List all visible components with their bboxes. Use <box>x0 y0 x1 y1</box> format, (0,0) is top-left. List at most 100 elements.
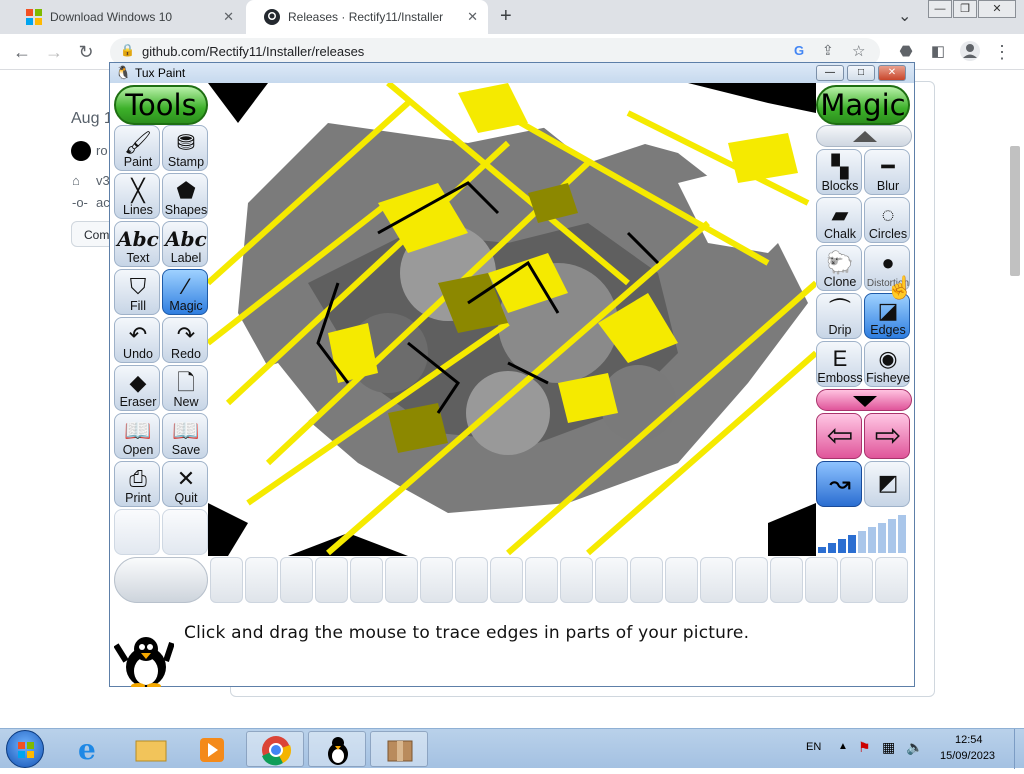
clock-date[interactable]: 15/09/2023 <box>940 750 995 762</box>
prev-page-button[interactable]: ⇦ <box>816 413 862 459</box>
magic-scroll-up-button[interactable] <box>816 125 912 147</box>
file-explorer-icon[interactable] <box>122 731 180 767</box>
new-tab-button[interactable]: + <box>500 5 512 28</box>
maximize-icon[interactable]: □ <box>847 65 875 81</box>
magic-blur[interactable]: ━ Blur <box>864 149 910 195</box>
color-swatch[interactable] <box>665 557 698 603</box>
tool-label: Stamp <box>167 155 205 169</box>
tool-undo[interactable]: ↶ Undo <box>114 317 160 363</box>
wand-fullscreen-icon: ◩ <box>877 470 899 495</box>
magic-blocks[interactable]: ▚ Blocks <box>816 149 862 195</box>
next-page-button[interactable]: ⇨ <box>864 413 910 459</box>
close-icon[interactable]: ✕ <box>978 0 1016 18</box>
tool-shapes[interactable]: ⬟ Shapes <box>162 173 208 219</box>
author-name[interactable]: ro <box>96 143 108 158</box>
color-swatch[interactable] <box>595 557 628 603</box>
reload-icon[interactable]: ↻ <box>74 40 98 64</box>
color-swatch[interactable] <box>770 557 803 603</box>
color-swatch[interactable] <box>350 557 383 603</box>
color-swatch[interactable] <box>280 557 313 603</box>
tool-open[interactable]: 📖 Open <box>114 413 160 459</box>
color-swatch[interactable] <box>700 557 733 603</box>
magic-drip[interactable]: ⏜ Drip <box>816 293 862 339</box>
tab-close-icon[interactable]: ✕ <box>467 9 478 25</box>
tuxpaint-titlebar[interactable]: 🐧 Tux Paint — □ ✕ <box>110 63 914 83</box>
magic-mode-paint-button[interactable]: ↝ <box>816 461 862 507</box>
back-arrow-icon[interactable]: ← <box>10 40 34 64</box>
tool-stamp[interactable]: ⛃ Stamp <box>162 125 208 171</box>
magic-emboss[interactable]: E Emboss <box>816 341 863 387</box>
start-button[interactable] <box>6 730 44 768</box>
color-swatch[interactable] <box>315 557 348 603</box>
color-swatch[interactable] <box>385 557 418 603</box>
internet-explorer-icon[interactable]: e <box>60 731 118 767</box>
tool-label[interactable]: Abc Label <box>162 221 208 267</box>
more-menu-icon[interactable]: ⋮ <box>990 40 1014 64</box>
magic-mode-fullscreen-button[interactable]: ◩ <box>864 461 910 507</box>
profile-avatar-icon[interactable] <box>958 40 982 64</box>
show-desktop-button[interactable] <box>1014 729 1024 769</box>
installer-taskbar-icon[interactable] <box>370 731 428 767</box>
avatar[interactable] <box>71 141 91 161</box>
restore-icon[interactable]: ❐ <box>953 0 977 18</box>
side-panel-icon[interactable]: ◧ <box>926 40 950 64</box>
magic-circles[interactable]: ◌ Circles <box>864 197 910 243</box>
tool-text[interactable]: Abc Text <box>114 221 160 267</box>
action-center-icon[interactable]: ⚑ <box>858 739 871 756</box>
color-swatch[interactable] <box>805 557 838 603</box>
tool-save[interactable]: 📖 Save <box>162 413 208 459</box>
language-indicator[interactable]: EN <box>806 741 821 753</box>
color-swatch[interactable] <box>630 557 663 603</box>
magic-fisheye[interactable]: ◉ Fisheye <box>864 341 910 387</box>
commit-hash[interactable]: ac <box>96 195 110 210</box>
minimize-icon[interactable]: — <box>928 0 952 18</box>
tool-quit[interactable]: ✕ Quit <box>162 461 208 507</box>
magic-scroll-down-button[interactable] <box>816 389 912 411</box>
tab-search-chevron-icon[interactable]: ⌄ <box>898 6 911 26</box>
tool-new[interactable]: 🗋 New <box>162 365 208 411</box>
clock-time[interactable]: 12:54 <box>955 734 983 746</box>
media-player-icon[interactable] <box>184 731 242 767</box>
forward-arrow-icon[interactable]: → <box>42 40 66 64</box>
color-swatch[interactable] <box>420 557 453 603</box>
minimize-icon[interactable]: — <box>816 65 844 81</box>
tool-eraser[interactable]: ◆ Eraser <box>114 365 160 411</box>
stamp-icon: ⛃ <box>176 130 196 155</box>
google-lens-icon[interactable]: G <box>794 43 804 58</box>
magic-clone[interactable]: 🐑 Clone <box>816 245 862 291</box>
color-swatch[interactable] <box>490 557 523 603</box>
color-swatch[interactable] <box>735 557 768 603</box>
tool-print[interactable]: ⎙ Print <box>114 461 160 507</box>
show-hidden-icons-icon[interactable]: ▲ <box>838 741 848 752</box>
magic-chalk[interactable]: ▰ Chalk <box>816 197 862 243</box>
new-page-icon: 🗋 <box>177 370 195 395</box>
color-swatch[interactable] <box>210 557 243 603</box>
color-swatch[interactable] <box>455 557 488 603</box>
color-swatch[interactable] <box>875 557 908 603</box>
color-swatch[interactable] <box>840 557 873 603</box>
url-text: github.com/Rectify11/Installer/releases <box>142 44 365 59</box>
page-scrollbar[interactable] <box>1010 146 1020 276</box>
tool-redo[interactable]: ↷ Redo <box>162 317 208 363</box>
tool-paint[interactable]: 🖌 Paint <box>114 125 160 171</box>
tab-download-windows[interactable]: Download Windows 10 ✕ <box>8 0 244 34</box>
chrome-taskbar-icon[interactable] <box>246 731 304 767</box>
tag-name[interactable]: v3 <box>96 173 110 188</box>
extensions-icon[interactable]: ⬣ <box>894 40 918 64</box>
bookmark-star-icon[interactable]: ☆ <box>852 42 865 60</box>
tuxpaint-taskbar-icon[interactable] <box>308 731 366 767</box>
color-swatch[interactable] <box>525 557 558 603</box>
color-swatch[interactable] <box>245 557 278 603</box>
volume-icon[interactable]: 🔈 <box>906 739 923 756</box>
tool-magic[interactable]: ⁄ Magic <box>162 269 208 315</box>
tab-close-icon[interactable]: ✕ <box>223 9 234 25</box>
tool-fill[interactable]: ⛉ Fill <box>114 269 160 315</box>
network-icon[interactable]: ▦ <box>882 739 895 756</box>
tab-releases[interactable]: Releases · Rectify11/Installer ✕ <box>246 0 488 34</box>
drawing-canvas[interactable] <box>208 83 816 556</box>
close-icon[interactable]: ✕ <box>878 65 906 81</box>
brush-size-selector[interactable] <box>816 509 912 555</box>
tool-lines[interactable]: ╳ Lines <box>114 173 160 219</box>
color-swatch[interactable] <box>560 557 593 603</box>
share-icon[interactable]: ⇪ <box>822 42 834 59</box>
